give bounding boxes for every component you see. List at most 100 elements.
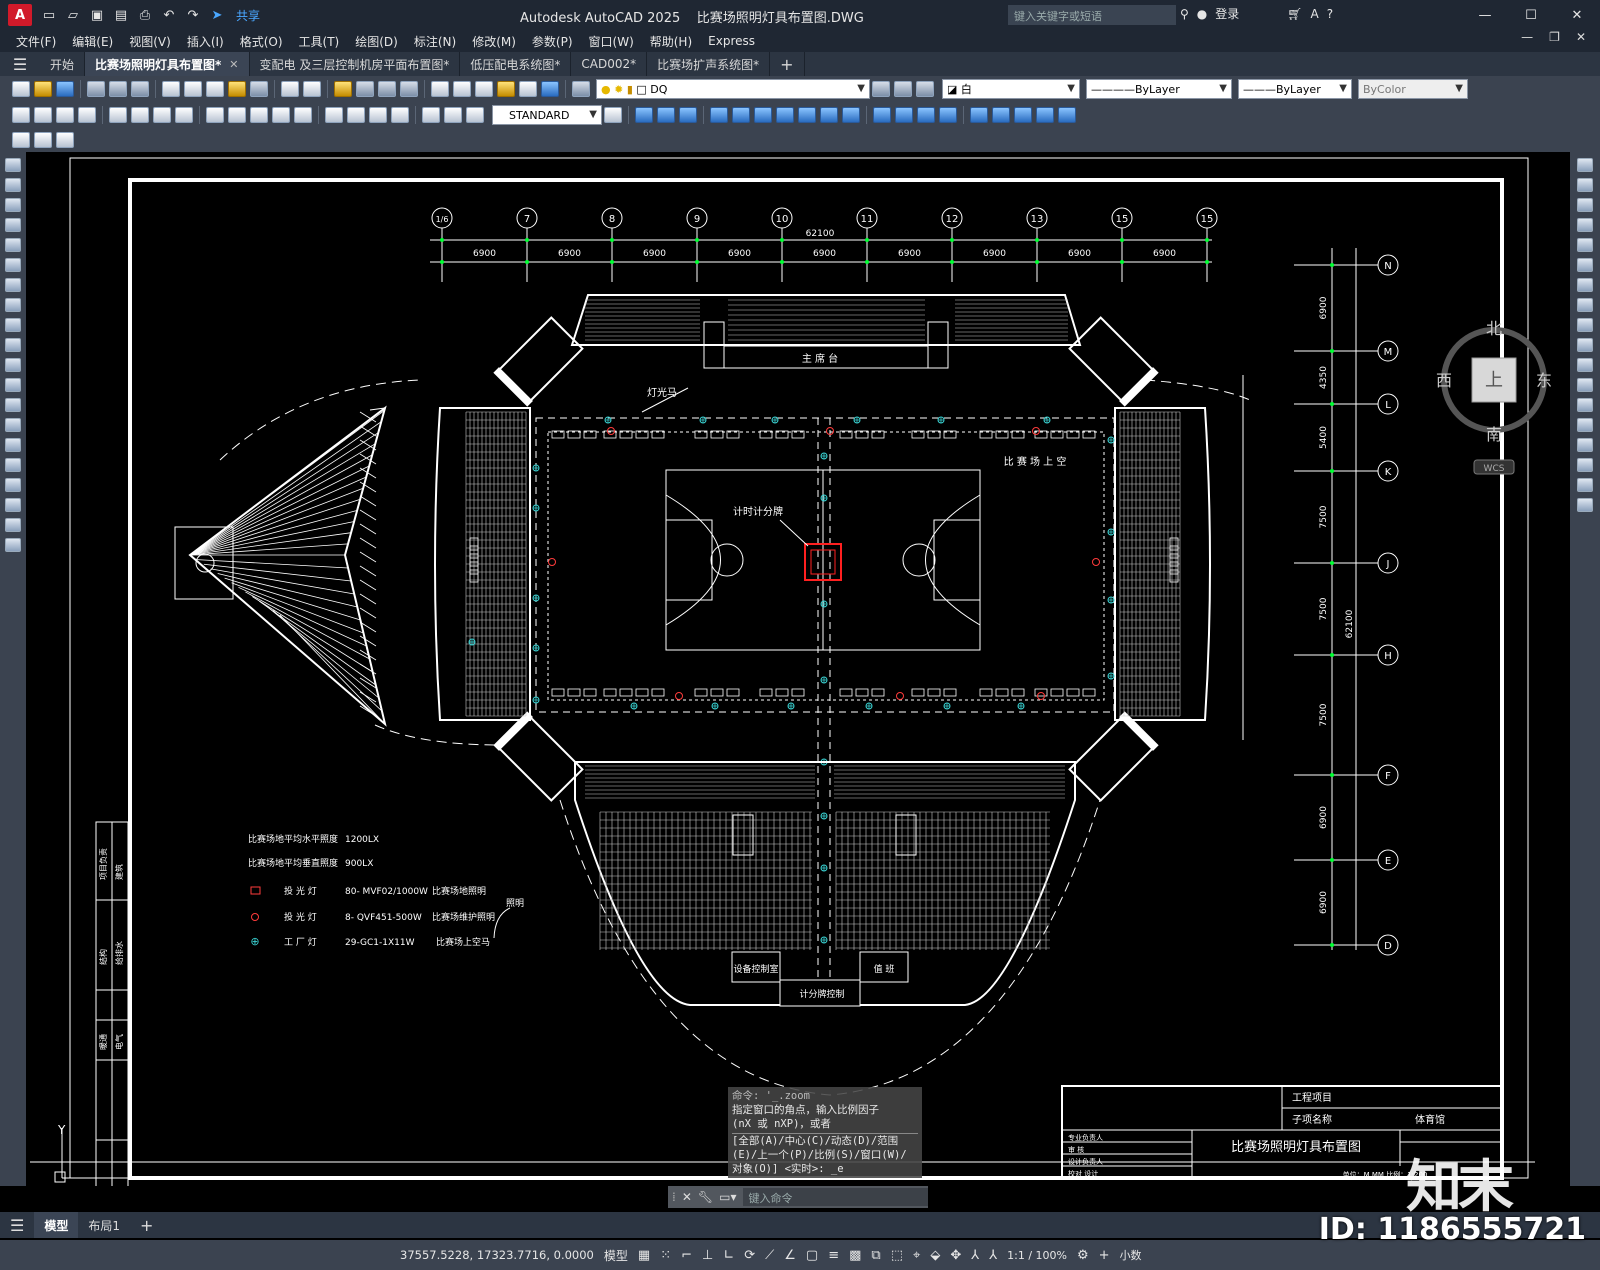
share-button[interactable]: 共享 xyxy=(236,7,260,24)
snap-icon[interactable]: ⁙ xyxy=(660,1248,671,1263)
design-center-icon[interactable] xyxy=(453,81,471,97)
make-block-icon[interactable] xyxy=(5,398,21,412)
dim-style-icon[interactable] xyxy=(604,107,622,123)
circle-icon[interactable] xyxy=(5,278,21,292)
share-icon[interactable]: ➤ xyxy=(206,4,228,26)
open-icon[interactable]: ▱ xyxy=(62,4,84,26)
tab-substation-plan[interactable]: 变配电 及三层控制机房平面布置图* xyxy=(250,52,461,76)
tab-layout1[interactable]: 布局1 xyxy=(78,1212,130,1238)
arc-length-icon[interactable] xyxy=(56,107,74,123)
compass-south[interactable]: 南 xyxy=(1486,425,1502,444)
compass-north[interactable]: 北 xyxy=(1486,319,1502,338)
menu-dimension[interactable]: 标注(N) xyxy=(414,33,456,50)
polyline-icon[interactable] xyxy=(5,198,21,212)
menu-edit[interactable]: 编辑(E) xyxy=(72,33,113,50)
ortho-icon[interactable]: ∟ xyxy=(723,1248,734,1263)
modify-tool-17-icon[interactable] xyxy=(1014,107,1032,123)
explode-icon[interactable] xyxy=(1577,498,1593,512)
tab-model[interactable]: 模型 xyxy=(34,1212,79,1238)
gradient-icon[interactable] xyxy=(5,458,21,472)
add-layout-button[interactable]: + xyxy=(130,1212,163,1238)
undo-icon[interactable]: ↶ xyxy=(158,4,180,26)
angular-dim-icon[interactable] xyxy=(175,107,193,123)
layer-states-icon[interactable] xyxy=(916,81,934,97)
trim-icon[interactable] xyxy=(1577,338,1593,352)
save-icon[interactable]: ▣ xyxy=(86,4,108,26)
user-icon[interactable]: ● xyxy=(1197,7,1207,21)
break-at-point-icon[interactable] xyxy=(1577,378,1593,392)
arc-icon[interactable] xyxy=(5,258,21,272)
help-icon[interactable]: ? xyxy=(1327,7,1333,21)
menu-draw[interactable]: 绘图(D) xyxy=(355,33,398,50)
modify-tool-19-icon[interactable] xyxy=(1058,107,1076,123)
modify-tool-15-icon[interactable] xyxy=(970,107,988,123)
new-icon[interactable] xyxy=(12,81,30,97)
open-icon[interactable] xyxy=(34,81,52,97)
tab-start[interactable]: 开始 xyxy=(40,52,86,76)
zoom-previous-icon[interactable] xyxy=(400,81,418,97)
tab-cad002[interactable]: CAD002* xyxy=(571,52,648,76)
center-mark-icon[interactable] xyxy=(347,107,365,123)
ellipse-icon[interactable] xyxy=(5,338,21,352)
layer-tool-icon[interactable] xyxy=(56,132,74,148)
continue-dim-icon[interactable] xyxy=(250,107,268,123)
blend-icon[interactable] xyxy=(1577,478,1593,492)
dynamic-input-icon[interactable]: ⊥ xyxy=(702,1248,713,1263)
extend-icon[interactable] xyxy=(1577,358,1593,372)
move-icon[interactable] xyxy=(1577,258,1593,272)
make-current-layer-icon[interactable] xyxy=(872,81,890,97)
baseline-dim-icon[interactable] xyxy=(228,107,246,123)
drawing-viewport[interactable]: 62100 1/6 6900 7 6900 8 6900 9 6900 10 6900 11 6900… xyxy=(26,152,1570,1186)
modify-tool-18-icon[interactable] xyxy=(1036,107,1054,123)
ordinate-dim-icon[interactable] xyxy=(78,107,96,123)
modify-tool-9-icon[interactable] xyxy=(820,107,838,123)
search-input[interactable]: 键入关键字或短语 xyxy=(1008,5,1176,25)
fillet-icon[interactable] xyxy=(1577,458,1593,472)
menu-file[interactable]: 文件(F) xyxy=(16,33,56,50)
lineweight-dropdown[interactable]: ——— ByLayer ▼ xyxy=(1238,79,1352,99)
menu-view[interactable]: 视图(V) xyxy=(129,33,171,50)
menu-window[interactable]: 窗口(W) xyxy=(589,33,634,50)
maximize-icon[interactable]: ☐ xyxy=(1508,0,1554,30)
modify-tool-1-icon[interactable] xyxy=(635,107,653,123)
3d-osnap-icon[interactable]: ⬚ xyxy=(891,1248,903,1263)
doc-close-icon[interactable]: ✕ xyxy=(1576,30,1586,44)
quick-dim-icon[interactable] xyxy=(206,107,224,123)
compass-east[interactable]: 东 xyxy=(1536,371,1552,390)
modify-tool-6-icon[interactable] xyxy=(754,107,772,123)
compass-west[interactable]: 西 xyxy=(1436,371,1452,390)
menu-format[interactable]: 格式(O) xyxy=(240,33,283,50)
menu-tools[interactable]: 工具(T) xyxy=(299,33,340,50)
undo-icon[interactable] xyxy=(281,81,299,97)
modify-tool-10-icon[interactable] xyxy=(842,107,860,123)
preview-icon[interactable] xyxy=(109,81,127,97)
units-button[interactable]: 小数 xyxy=(1120,1247,1142,1263)
autodesk-icon[interactable]: A xyxy=(1311,7,1319,21)
pan-icon[interactable] xyxy=(334,81,352,97)
region-icon[interactable] xyxy=(5,478,21,492)
close-icon[interactable]: ✕ xyxy=(1554,0,1600,30)
viewcube[interactable]: 上 北 南 东 西 WCS xyxy=(1434,319,1554,480)
modify-tool-14-icon[interactable] xyxy=(939,107,957,123)
new-tab-button[interactable]: + xyxy=(770,52,805,76)
doc-restore-icon[interactable]: ❐ xyxy=(1549,30,1560,44)
linear-dim-icon[interactable] xyxy=(12,107,30,123)
cut-icon[interactable] xyxy=(162,81,180,97)
revcloud-icon[interactable] xyxy=(5,298,21,312)
gizmo-icon[interactable]: ✥ xyxy=(950,1248,961,1263)
annotation-scale[interactable]: 1:1 / 100% xyxy=(1007,1249,1067,1262)
diameter-dim-icon[interactable] xyxy=(153,107,171,123)
modify-tool-2-icon[interactable] xyxy=(657,107,675,123)
layer-previous-icon[interactable] xyxy=(894,81,912,97)
modify-tool-4-icon[interactable] xyxy=(710,107,728,123)
modify-tool-7-icon[interactable] xyxy=(776,107,794,123)
plotstyle-dropdown[interactable]: ByColor ▼ xyxy=(1358,79,1468,99)
add-selected-icon[interactable] xyxy=(5,538,21,552)
redo-icon[interactable] xyxy=(303,81,321,97)
search-icon[interactable]: ⚲ xyxy=(1180,7,1189,21)
inspection-icon[interactable] xyxy=(369,107,387,123)
hamburger-menu-icon[interactable]: ☰ xyxy=(0,52,40,76)
hatch-icon[interactable] xyxy=(5,438,21,452)
calculator-icon[interactable] xyxy=(519,81,537,97)
array-icon[interactable] xyxy=(1577,238,1593,252)
